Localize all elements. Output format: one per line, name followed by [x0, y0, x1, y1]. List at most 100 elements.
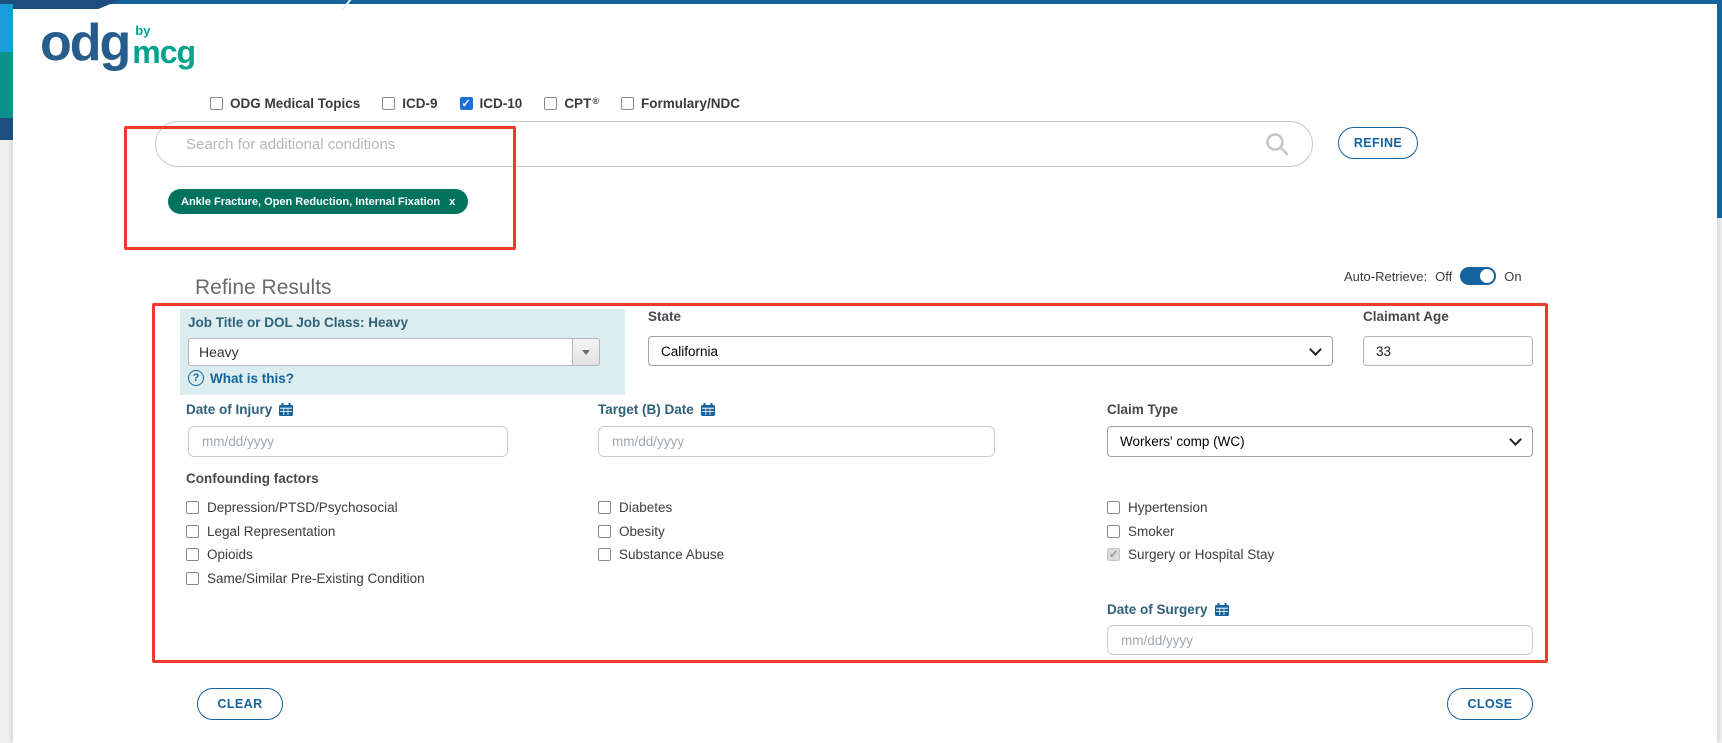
- doc-type-label: ODG Medical Topics: [230, 96, 360, 111]
- checkbox-label: Surgery or Hospital Stay: [1128, 547, 1274, 562]
- left-stripe-lightblue: [0, 4, 13, 52]
- search-input[interactable]: [184, 135, 1264, 154]
- close-button[interactable]: CLOSE: [1447, 688, 1533, 720]
- checkbox-label: Diabetes: [619, 500, 672, 515]
- checkbox-label: Obesity: [619, 524, 665, 539]
- left-stripe-navy: [0, 118, 13, 140]
- checkbox-legal-representation[interactable]: Legal Representation: [186, 524, 335, 539]
- claim-type-label: Claim Type: [1107, 402, 1178, 417]
- chip-close-icon[interactable]: x: [449, 196, 455, 208]
- checkbox-icon[interactable]: [1107, 501, 1120, 514]
- condition-chip-label: Ankle Fracture, Open Reduction, Internal…: [181, 196, 440, 208]
- checkbox-icon[interactable]: [1107, 525, 1120, 538]
- date-of-surgery-input[interactable]: [1107, 625, 1533, 655]
- job-class-combobox: [188, 338, 600, 366]
- target-date-label: Target (B) Date: [598, 402, 715, 417]
- state-label: State: [648, 309, 681, 324]
- state-value: California: [661, 344, 718, 359]
- checkbox-icon[interactable]: [186, 548, 199, 561]
- condition-chip: Ankle Fracture, Open Reduction, Internal…: [168, 189, 468, 214]
- checkbox-label: Legal Representation: [207, 524, 335, 539]
- calendar-icon[interactable]: [279, 403, 293, 416]
- calendar-icon[interactable]: [1215, 603, 1229, 616]
- chevron-down-icon: [1509, 433, 1522, 446]
- doc-type-formulary-ndc[interactable]: Formulary/NDC: [621, 96, 740, 111]
- checkbox-label: Depression/PTSD/Psychosocial: [207, 500, 398, 515]
- checkbox-surgery-or-hospital-stay: Surgery or Hospital Stay: [1107, 547, 1274, 562]
- checkbox-depression[interactable]: Depression/PTSD/Psychosocial: [186, 500, 398, 515]
- claim-type-select[interactable]: Workers' comp (WC): [1107, 426, 1533, 457]
- checkbox-icon[interactable]: [598, 548, 611, 561]
- checkbox-diabetes[interactable]: Diabetes: [598, 500, 672, 515]
- checkbox-opioids[interactable]: Opioids: [186, 547, 253, 562]
- refine-results-title: Refine Results: [195, 276, 332, 300]
- checkbox-icon[interactable]: [460, 97, 473, 110]
- checkbox-icon[interactable]: [210, 97, 223, 110]
- checkbox-hypertension[interactable]: Hypertension: [1107, 500, 1208, 515]
- right-border: [1717, 0, 1722, 218]
- top-border: [0, 0, 1722, 4]
- search-icon[interactable]: [1264, 131, 1290, 157]
- doc-type-icd10[interactable]: ICD-10: [460, 96, 523, 111]
- auto-retrieve-toggle[interactable]: [1460, 267, 1496, 285]
- triangle-down-icon: [582, 350, 590, 355]
- checkbox-obesity[interactable]: Obesity: [598, 524, 665, 539]
- calendar-icon[interactable]: [701, 403, 715, 416]
- checkbox-label: Opioids: [207, 547, 253, 562]
- search-bar: [155, 121, 1313, 167]
- confounding-factors-label: Confounding factors: [186, 471, 319, 486]
- checkbox-label: Substance Abuse: [619, 547, 724, 562]
- checkbox-smoker[interactable]: Smoker: [1107, 524, 1175, 539]
- odg-mcg-logo: odg by mcg: [40, 20, 195, 68]
- claimant-age-input[interactable]: [1363, 336, 1533, 366]
- checkbox-icon[interactable]: [186, 501, 199, 514]
- auto-retrieve-label: Auto-Retrieve:: [1344, 269, 1427, 284]
- checkbox-label: Smoker: [1128, 524, 1175, 539]
- checkbox-icon[interactable]: [186, 572, 199, 585]
- auto-retrieve-control: Auto-Retrieve: Off On: [1344, 267, 1522, 285]
- toggle-knob: [1480, 269, 1494, 283]
- what-is-this-label: What is this?: [210, 371, 294, 386]
- date-of-injury-label: Date of Injury: [186, 402, 293, 417]
- date-of-injury-input[interactable]: [188, 426, 508, 457]
- auto-retrieve-on-label[interactable]: On: [1504, 269, 1521, 284]
- combobox-dropdown-button[interactable]: [572, 338, 600, 366]
- odg-app: odg by mcg ODG Medical Topics ICD-9 ICD-…: [0, 0, 1722, 743]
- checkbox-same-similar-condition[interactable]: Same/Similar Pre-Existing Condition: [186, 571, 425, 586]
- checkbox-icon[interactable]: [186, 525, 199, 538]
- left-stripe-teal: [0, 52, 13, 118]
- doc-type-label: ICD-10: [480, 96, 523, 111]
- doc-type-icd9[interactable]: ICD-9: [382, 96, 437, 111]
- doc-type-label: CPT®: [564, 96, 599, 111]
- what-is-this-link[interactable]: ? What is this?: [188, 370, 294, 386]
- checkbox-icon[interactable]: [621, 97, 634, 110]
- question-icon: ?: [188, 370, 204, 386]
- checkbox-label: Hypertension: [1128, 500, 1208, 515]
- chevron-down-icon: [1309, 343, 1322, 356]
- registered-mark: ®: [592, 96, 599, 106]
- refine-button[interactable]: REFINE: [1338, 127, 1418, 159]
- doc-type-label: Formulary/NDC: [641, 96, 740, 111]
- checkbox-substance-abuse[interactable]: Substance Abuse: [598, 547, 724, 562]
- clear-button[interactable]: CLEAR: [197, 688, 283, 720]
- checkbox-icon[interactable]: [598, 525, 611, 538]
- checkbox-icon: [1107, 548, 1120, 561]
- doc-type-odg-medical-topics[interactable]: ODG Medical Topics: [210, 96, 360, 111]
- claimant-age-label: Claimant Age: [1363, 309, 1449, 324]
- doc-type-label: ICD-9: [402, 96, 437, 111]
- checkbox-icon[interactable]: [598, 501, 611, 514]
- auto-retrieve-off-label[interactable]: Off: [1435, 269, 1452, 284]
- checkbox-label: Same/Similar Pre-Existing Condition: [207, 571, 425, 586]
- job-title-label: Job Title or DOL Job Class: Heavy: [188, 315, 408, 330]
- target-date-input[interactable]: [598, 426, 995, 457]
- checkbox-icon[interactable]: [382, 97, 395, 110]
- claim-type-value: Workers' comp (WC): [1120, 434, 1245, 449]
- state-select[interactable]: California: [648, 336, 1333, 366]
- logo-mcg-text: mcg: [132, 36, 195, 68]
- logo-odg-text: odg: [40, 20, 129, 68]
- date-of-surgery-label: Date of Surgery: [1107, 602, 1229, 617]
- doc-type-cpt[interactable]: CPT®: [544, 96, 599, 111]
- doc-type-row: ODG Medical Topics ICD-9 ICD-10 CPT® For…: [210, 96, 740, 111]
- checkbox-icon[interactable]: [544, 97, 557, 110]
- job-class-input[interactable]: [188, 338, 572, 366]
